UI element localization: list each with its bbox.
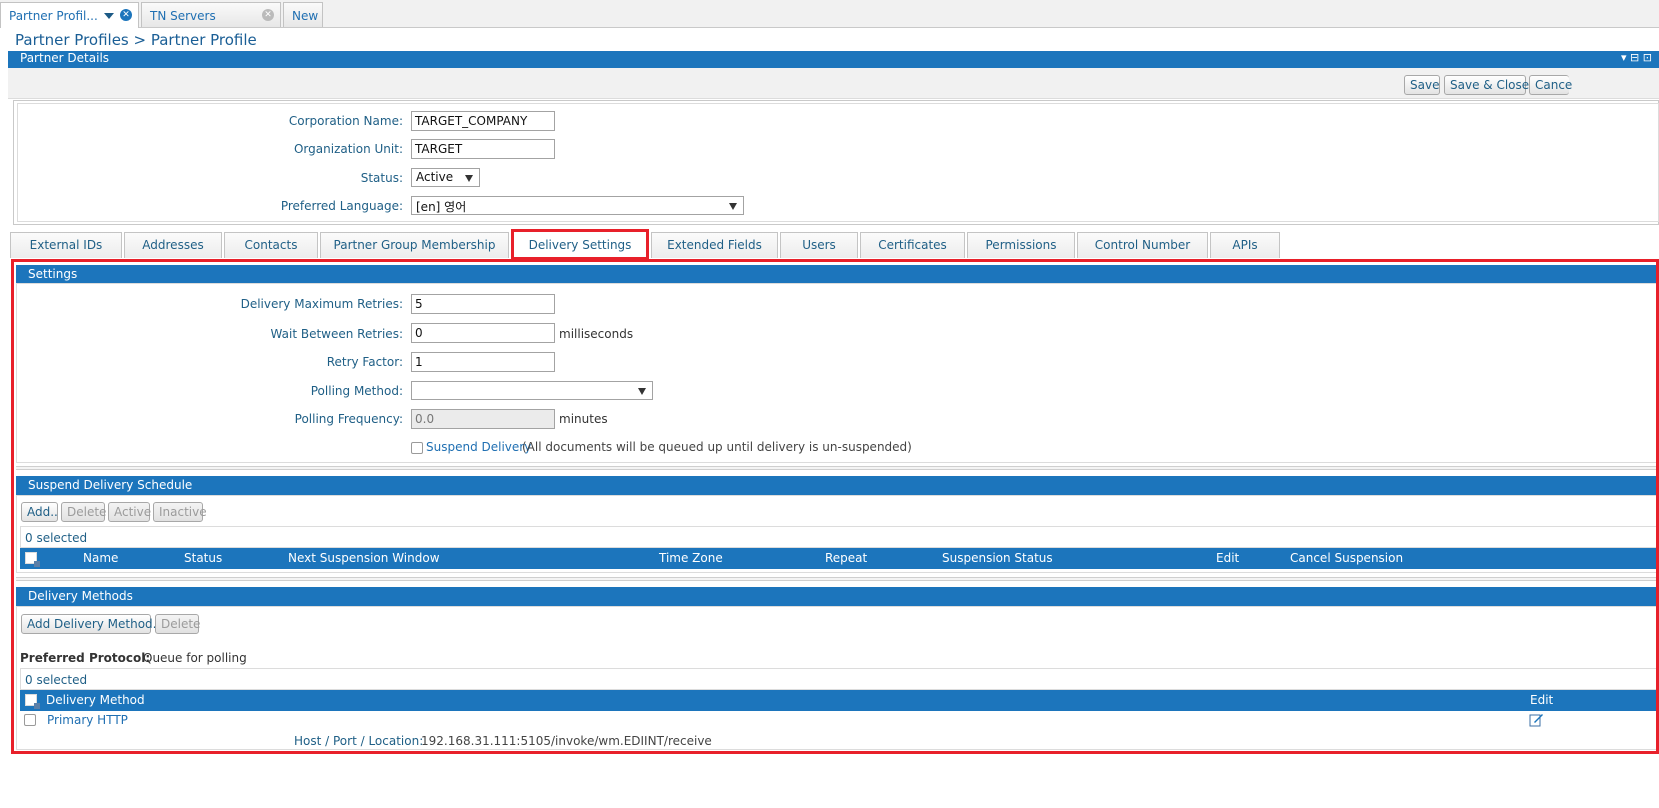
preferred-language-value: [en] 영어 [416,200,467,214]
tab-certificates[interactable]: Certificates [860,232,965,258]
tab-users[interactable]: Users [780,232,858,258]
tab-external-ids[interactable]: External IDs [10,232,122,258]
save-button[interactable]: Save [1404,75,1440,95]
tab-contacts[interactable]: Contacts [224,232,318,258]
partner-details-header: Partner Details [8,51,1659,68]
tab-partner-group-membership[interactable]: Partner Group Membership [320,232,509,258]
tab-delivery-settings[interactable]: Delivery Settings [511,229,649,260]
organization-unit-input[interactable]: TARGET [411,139,555,159]
caret-down-icon [729,203,737,210]
highlight-frame [11,259,1659,754]
app-tab-strip: Partner Profil... ✕ TN Servers ✕ New [0,0,1659,28]
close-icon[interactable]: ✕ [262,9,274,21]
corporation-name-input[interactable]: TARGET_COMPANY [411,111,555,131]
app-tab-partner-profile[interactable]: Partner Profil... ✕ [0,2,139,28]
cancel-button[interactable]: Cance [1529,75,1572,95]
organization-unit-label: Organization Unit: [293,142,403,156]
preferred-language-select[interactable]: [en] 영어 [411,196,744,215]
app-tab-label: Partner Profil... [9,9,98,23]
caret-down-icon [465,175,473,182]
status-select[interactable]: Active [411,168,480,187]
close-icon[interactable]: ✕ [120,9,132,21]
collapse-icon[interactable]: ▾ ⊟ ⊡ [1621,51,1652,64]
chevron-down-icon[interactable] [104,13,114,19]
app-tab-label: New [292,9,319,23]
section-title: Partner Details [20,51,110,65]
corporation-name-label: Corporation Name: [288,114,403,128]
app-tab-new[interactable]: New [283,2,323,27]
preferred-language-label: Preferred Language: [280,199,403,213]
app-tab-label: TN Servers [150,9,216,23]
app-tab-tn-servers[interactable]: TN Servers ✕ [141,2,281,27]
tab-addresses[interactable]: Addresses [124,232,222,258]
breadcrumb[interactable]: Partner Profiles > Partner Profile [15,31,257,49]
status-label: Status: [360,171,403,185]
tab-apis[interactable]: APIs [1210,232,1280,258]
status-value: Active [416,170,454,184]
tab-permissions[interactable]: Permissions [967,232,1075,258]
tab-extended-fields[interactable]: Extended Fields [651,232,778,258]
save-close-button[interactable]: Save & Close [1444,75,1529,95]
tab-control-number[interactable]: Control Number [1077,232,1208,258]
